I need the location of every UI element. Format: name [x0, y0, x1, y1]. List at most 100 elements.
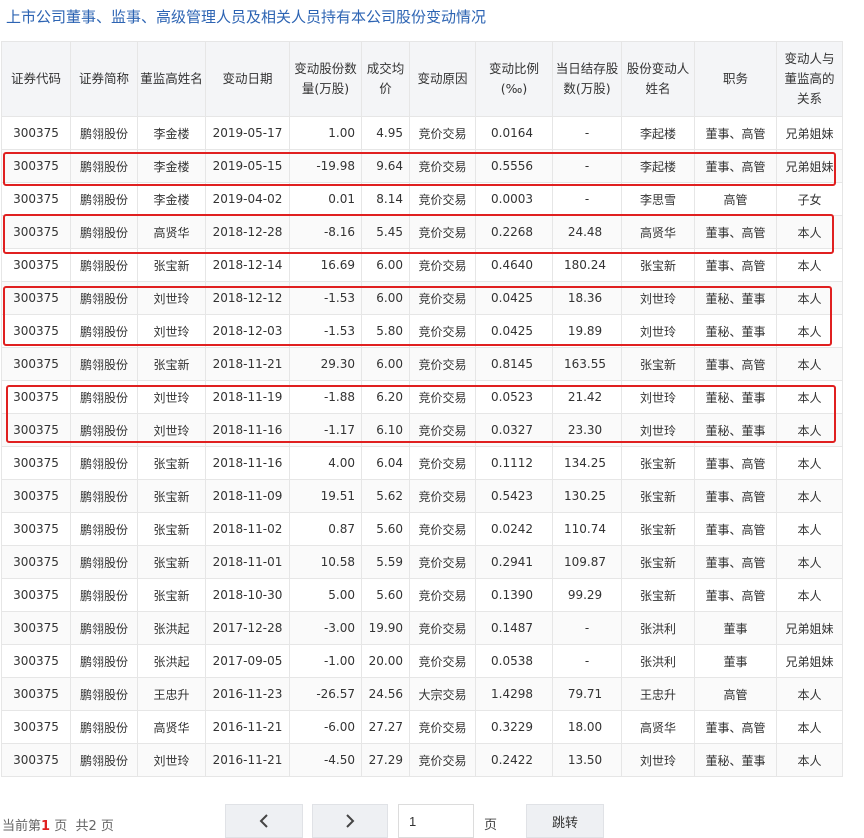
- table-cell: 高管: [694, 182, 777, 216]
- table-cell: 张宝新: [137, 512, 206, 546]
- table-cell: 2018-12-12: [205, 281, 290, 315]
- table-cell: 鹏翎股份: [70, 182, 138, 216]
- table-cell: 99.29: [552, 578, 622, 612]
- table-cell: -1.53: [289, 281, 362, 315]
- table-row: 300375 鹏翎股份 李金楼 2019-05-15 -19.98 9.64 竞价交易 0.5…: [1, 149, 843, 183]
- table-cell: 5.62: [361, 479, 410, 513]
- table-cell: 张宝新: [137, 248, 206, 282]
- table-row: 300375 鹏翎股份 刘世玲 2018-11-16 -1.17 6.10 竞价交易 0.03…: [1, 413, 843, 447]
- table-cell: -19.98: [289, 149, 362, 183]
- table-cell: 23.30: [552, 413, 622, 447]
- table-cell: 300375: [1, 314, 71, 348]
- table-cell: 2018-10-30: [205, 578, 290, 612]
- table-cell: 2018-12-14: [205, 248, 290, 282]
- table-cell: 300375: [1, 512, 71, 546]
- table-row: 300375 鹏翎股份 张宝新 2018-10-30 5.00 5.60 竞价交易 0.139…: [1, 578, 843, 612]
- table-cell: 2017-09-05: [205, 644, 290, 678]
- table-cell: 张洪利: [621, 644, 695, 678]
- table-cell: 2018-11-19: [205, 380, 290, 414]
- table-cell: 竞价交易: [409, 710, 476, 744]
- table-cell: 董事、高管: [694, 512, 777, 546]
- table-cell: 10.58: [289, 545, 362, 579]
- page-info-word: 页: [54, 819, 68, 834]
- table-cell: 高贤华: [137, 710, 206, 744]
- table-row: 300375 鹏翎股份 张洪起 2017-09-05 -1.00 20.00 竞价交易 0.0…: [1, 644, 843, 678]
- table-cell: 李金楼: [137, 182, 206, 216]
- table-cell: 1.4298: [475, 677, 553, 711]
- table-cell: 竞价交易: [409, 545, 476, 579]
- table-cell: 鹏翎股份: [70, 413, 138, 447]
- table-cell: 本人: [776, 446, 843, 480]
- table-cell: 董秘、董事: [694, 314, 777, 348]
- table-cell: -4.50: [289, 743, 362, 777]
- table-cell: 16.69: [289, 248, 362, 282]
- table-cell: 鹏翎股份: [70, 710, 138, 744]
- jump-button[interactable]: 跳转: [526, 804, 604, 838]
- table-row: 300375 鹏翎股份 张宝新 2018-12-14 16.69 6.00 竞价交易 0.46…: [1, 248, 843, 282]
- table-cell: 0.1390: [475, 578, 553, 612]
- table-cell: 鹏翎股份: [70, 479, 138, 513]
- column-header: 变动人与董监高的关系: [776, 41, 843, 117]
- table-cell: 0.0538: [475, 644, 553, 678]
- table-cell: 6.10: [361, 413, 410, 447]
- column-header: 职务: [694, 41, 777, 117]
- table-cell: 5.59: [361, 545, 410, 579]
- table-cell: 张洪起: [137, 644, 206, 678]
- table-cell: 300375: [1, 116, 71, 150]
- chevron-right-icon: [346, 814, 355, 828]
- table-cell: 18.00: [552, 710, 622, 744]
- table-cell: 6.04: [361, 446, 410, 480]
- table-cell: 2018-11-09: [205, 479, 290, 513]
- table-cell: 20.00: [361, 644, 410, 678]
- table-cell: 董事、高管: [694, 710, 777, 744]
- table-cell: 董秘、董事: [694, 281, 777, 315]
- table-cell: 0.01: [289, 182, 362, 216]
- table-cell: 109.87: [552, 545, 622, 579]
- prev-page-button[interactable]: [225, 804, 303, 838]
- table-cell: 兄弟姐妹: [776, 116, 843, 150]
- table-cell: 董事: [694, 644, 777, 678]
- table-cell: 2016-11-21: [205, 710, 290, 744]
- table-cell: 2018-11-16: [205, 446, 290, 480]
- table-cell: -1.88: [289, 380, 362, 414]
- table-cell: 本人: [776, 545, 843, 579]
- table-cell: 张宝新: [621, 578, 695, 612]
- table-cell: 竞价交易: [409, 479, 476, 513]
- table-cell: 鹏翎股份: [70, 677, 138, 711]
- table-cell: 300375: [1, 149, 71, 183]
- table-cell: -8.16: [289, 215, 362, 249]
- table-cell: 董秘、董事: [694, 380, 777, 414]
- table-cell: 2017-12-28: [205, 611, 290, 645]
- column-header: 变动日期: [205, 41, 290, 117]
- table-cell: 2018-11-01: [205, 545, 290, 579]
- table-cell: 24.56: [361, 677, 410, 711]
- table-cell: 5.45: [361, 215, 410, 249]
- table-cell: 董事、高管: [694, 347, 777, 381]
- page-title: 上市公司董事、监事、高级管理人员及相关人员持有本公司股份变动情况: [6, 8, 487, 26]
- table-cell: 高贤华: [621, 215, 695, 249]
- table-cell: 本人: [776, 314, 843, 348]
- table-cell: -: [552, 149, 622, 183]
- table-row: 300375 鹏翎股份 张宝新 2018-11-01 10.58 5.59 竞价交易 0.29…: [1, 545, 843, 579]
- column-header: 证券简称: [70, 41, 138, 117]
- table-cell: 张宝新: [621, 545, 695, 579]
- table-cell: 300375: [1, 215, 71, 249]
- table-cell: 鹏翎股份: [70, 578, 138, 612]
- page-number-input[interactable]: [398, 804, 474, 838]
- table-cell: 180.24: [552, 248, 622, 282]
- table-cell: 董事、高管: [694, 149, 777, 183]
- table-cell: 5.80: [361, 314, 410, 348]
- table-cell: 刘世玲: [137, 413, 206, 447]
- table-cell: 5.00: [289, 578, 362, 612]
- table-cell: 27.29: [361, 743, 410, 777]
- table-cell: 董秘、董事: [694, 413, 777, 447]
- table-cell: 张宝新: [621, 248, 695, 282]
- table-cell: 2018-11-16: [205, 413, 290, 447]
- table-row: 300375 鹏翎股份 李金楼 2019-05-17 1.00 4.95 竞价交易 0.016…: [1, 116, 843, 150]
- table-cell: 本人: [776, 512, 843, 546]
- next-page-button[interactable]: [312, 804, 388, 838]
- column-header: 成交均价: [361, 41, 410, 117]
- table-cell: 0.5556: [475, 149, 553, 183]
- table-cell: -6.00: [289, 710, 362, 744]
- table-header-row: 证券代码 证券简称 董监高姓名 变动日期 变动股份数量(万股) 成交均价 变动原因 变动比例(…: [1, 41, 843, 117]
